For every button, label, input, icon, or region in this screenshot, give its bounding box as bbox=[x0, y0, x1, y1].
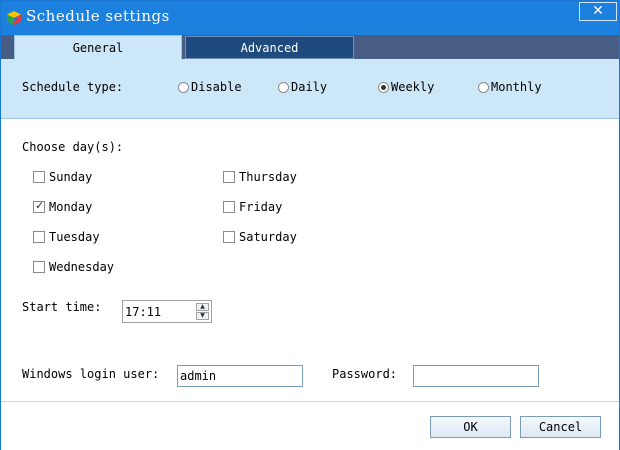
checkbox-wednesday-label[interactable]: Wednesday bbox=[49, 260, 114, 274]
checkbox-saturday[interactable] bbox=[223, 231, 235, 243]
radio-monthly-label[interactable]: Monthly bbox=[491, 80, 542, 94]
tab-general[interactable]: General bbox=[14, 35, 182, 60]
window-title: Schedule settings bbox=[26, 7, 170, 25]
checkbox-thursday[interactable] bbox=[223, 171, 235, 183]
checkbox-thursday-label[interactable]: Thursday bbox=[239, 170, 297, 184]
close-icon: ✕ bbox=[592, 3, 604, 19]
schedule-type-panel: Schedule type: Disable Daily Weekly Mont… bbox=[1, 59, 619, 119]
tab-strip: General Advanced bbox=[1, 35, 619, 60]
checkbox-sunday[interactable] bbox=[33, 171, 45, 183]
password-input[interactable] bbox=[413, 365, 539, 387]
schedule-type-label: Schedule type: bbox=[22, 80, 124, 94]
radio-weekly[interactable] bbox=[378, 82, 389, 93]
title-bar[interactable]: Schedule settings ✕ bbox=[1, 1, 619, 35]
check-icon: ✓ bbox=[35, 199, 45, 212]
choose-days-label: Choose day(s): bbox=[22, 140, 124, 154]
chevron-down-icon: ▼ bbox=[200, 312, 205, 319]
checkbox-tuesday-label[interactable]: Tuesday bbox=[49, 230, 100, 244]
radio-disable[interactable] bbox=[178, 82, 189, 93]
checkbox-monday-label[interactable]: Monday bbox=[49, 200, 92, 214]
password-label: Password: bbox=[332, 367, 398, 381]
checkbox-sunday-label[interactable]: Sunday bbox=[49, 170, 92, 184]
app-cube-icon bbox=[7, 11, 21, 25]
spinner-down-button[interactable]: ▼ bbox=[196, 312, 209, 320]
tab-advanced[interactable]: Advanced bbox=[185, 36, 354, 59]
spinner-buttons: ▲ ▼ bbox=[196, 303, 209, 320]
radio-disable-label[interactable]: Disable bbox=[191, 80, 242, 94]
start-time-label: Start time: bbox=[22, 300, 102, 314]
close-button[interactable]: ✕ bbox=[579, 2, 617, 21]
ok-button[interactable]: OK bbox=[430, 416, 511, 438]
checkbox-friday[interactable] bbox=[223, 201, 235, 213]
radio-weekly-label[interactable]: Weekly bbox=[391, 80, 434, 94]
radio-daily-label[interactable]: Daily bbox=[291, 80, 327, 94]
cancel-button[interactable]: Cancel bbox=[520, 416, 601, 438]
login-user-input[interactable]: admin bbox=[177, 365, 303, 387]
start-time-spinner[interactable]: 17:11 ▲ ▼ bbox=[122, 300, 212, 323]
chevron-up-icon: ▲ bbox=[200, 303, 205, 310]
schedule-settings-dialog: Schedule settings ✕ General Advanced Sch… bbox=[0, 0, 620, 450]
checkbox-friday-label[interactable]: Friday bbox=[239, 200, 282, 214]
login-user-label: Windows login user: bbox=[22, 367, 160, 381]
dialog-footer: OK Cancel bbox=[1, 401, 619, 450]
spinner-up-button[interactable]: ▲ bbox=[196, 303, 209, 311]
checkbox-wednesday[interactable] bbox=[33, 261, 45, 273]
checkbox-saturday-label[interactable]: Saturday bbox=[239, 230, 297, 244]
start-time-value[interactable]: 17:11 bbox=[125, 305, 161, 319]
radio-daily[interactable] bbox=[278, 82, 289, 93]
checkbox-tuesday[interactable] bbox=[33, 231, 45, 243]
radio-monthly[interactable] bbox=[478, 82, 489, 93]
checkbox-monday[interactable]: ✓ bbox=[33, 199, 45, 213]
